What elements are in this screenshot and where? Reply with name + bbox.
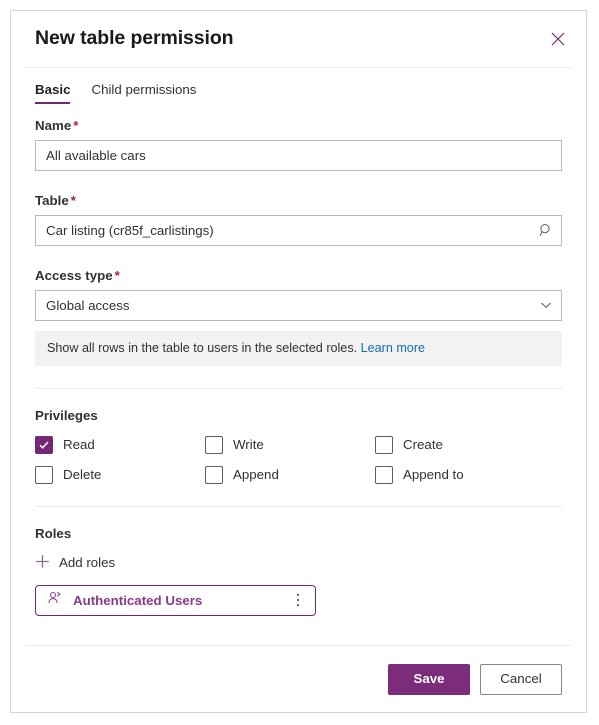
access-type-required-marker: * [114, 267, 120, 283]
access-type-help-banner: Show all rows in the table to users in t… [35, 330, 562, 366]
close-button[interactable] [541, 22, 575, 56]
table-label-text: Table [35, 192, 69, 208]
person-icon [47, 590, 62, 610]
access-type-label-text: Access type [35, 267, 113, 283]
privilege-read-label: Read [63, 437, 95, 453]
save-button[interactable]: Save [388, 663, 470, 695]
privilege-append-label: Append [233, 467, 279, 483]
table-required-marker: * [70, 192, 76, 208]
access-type-dropdown[interactable] [35, 289, 562, 321]
table-input[interactable] [35, 214, 562, 246]
roles-title: Roles [35, 525, 72, 541]
name-input[interactable] [35, 139, 562, 171]
roles-divider [35, 505, 562, 507]
chevron-down-icon[interactable] [531, 291, 561, 320]
checkbox-write[interactable] [205, 435, 223, 454]
privilege-create[interactable]: Create [375, 435, 562, 454]
field-name: Name * [35, 118, 562, 171]
learn-more-link[interactable]: Learn more [361, 341, 425, 355]
checkbox-read[interactable] [35, 435, 53, 454]
name-label-text: Name [35, 118, 72, 133]
cancel-button[interactable]: Cancel [480, 663, 562, 695]
search-button[interactable] [531, 216, 561, 245]
access-type-dropdown-wrapper[interactable] [35, 289, 562, 321]
tab-child-permissions[interactable]: Child permissions [91, 82, 196, 104]
privilege-create-label: Create [403, 437, 443, 453]
name-required-marker: * [73, 118, 79, 133]
dialog-footer: Save Cancel [11, 646, 586, 712]
name-label: Name * [35, 118, 562, 134]
privilege-delete-label: Delete [63, 467, 102, 483]
checkbox-delete[interactable] [35, 465, 53, 484]
role-chip-label: Authenticated Users [73, 592, 203, 608]
field-access-type: Access type* Show all rows in the table … [35, 268, 562, 366]
search-icon [539, 223, 553, 237]
add-roles-label: Add roles [59, 555, 116, 571]
dialog-header: New table permission [11, 11, 586, 67]
access-type-help-text: Show all rows in the table to users in t… [47, 340, 358, 355]
checkbox-append[interactable] [205, 465, 223, 484]
privileges-divider [35, 387, 562, 389]
table-label: Table * [35, 193, 562, 209]
more-vertical-icon[interactable] [289, 589, 307, 611]
privilege-append-to-label: Append to [403, 467, 464, 483]
privilege-append[interactable]: Append [205, 465, 375, 484]
privilege-write-label: Write [233, 437, 264, 453]
privilege-read[interactable]: Read [35, 435, 205, 454]
field-table: Table * [35, 193, 562, 246]
close-icon [551, 32, 565, 46]
tab-basic[interactable]: Basic [35, 82, 71, 105]
tab-list: Basic Child permissions [11, 68, 586, 105]
page-title: New table permission [35, 27, 234, 50]
checkbox-create[interactable] [375, 435, 393, 454]
privilege-write[interactable]: Write [205, 435, 375, 454]
add-roles-button[interactable]: Add roles [35, 554, 115, 572]
privileges-title: Privileges [35, 407, 98, 423]
checkbox-append-to[interactable] [375, 465, 393, 484]
dialog-body: Name* Table* [11, 104, 586, 645]
table-input-wrapper [35, 214, 562, 246]
privilege-delete[interactable]: Delete [35, 465, 205, 484]
new-table-permission-dialog: New table permission Basic Child permiss… [10, 10, 587, 713]
privileges-grid: Read Write Create Delete Append Append t… [35, 435, 562, 484]
privilege-append-to[interactable]: Append to [375, 465, 562, 484]
access-type-label: Access type * [35, 268, 562, 284]
plus-icon [35, 554, 50, 572]
role-chip-authenticated-users[interactable]: Authenticated Users [35, 584, 316, 616]
